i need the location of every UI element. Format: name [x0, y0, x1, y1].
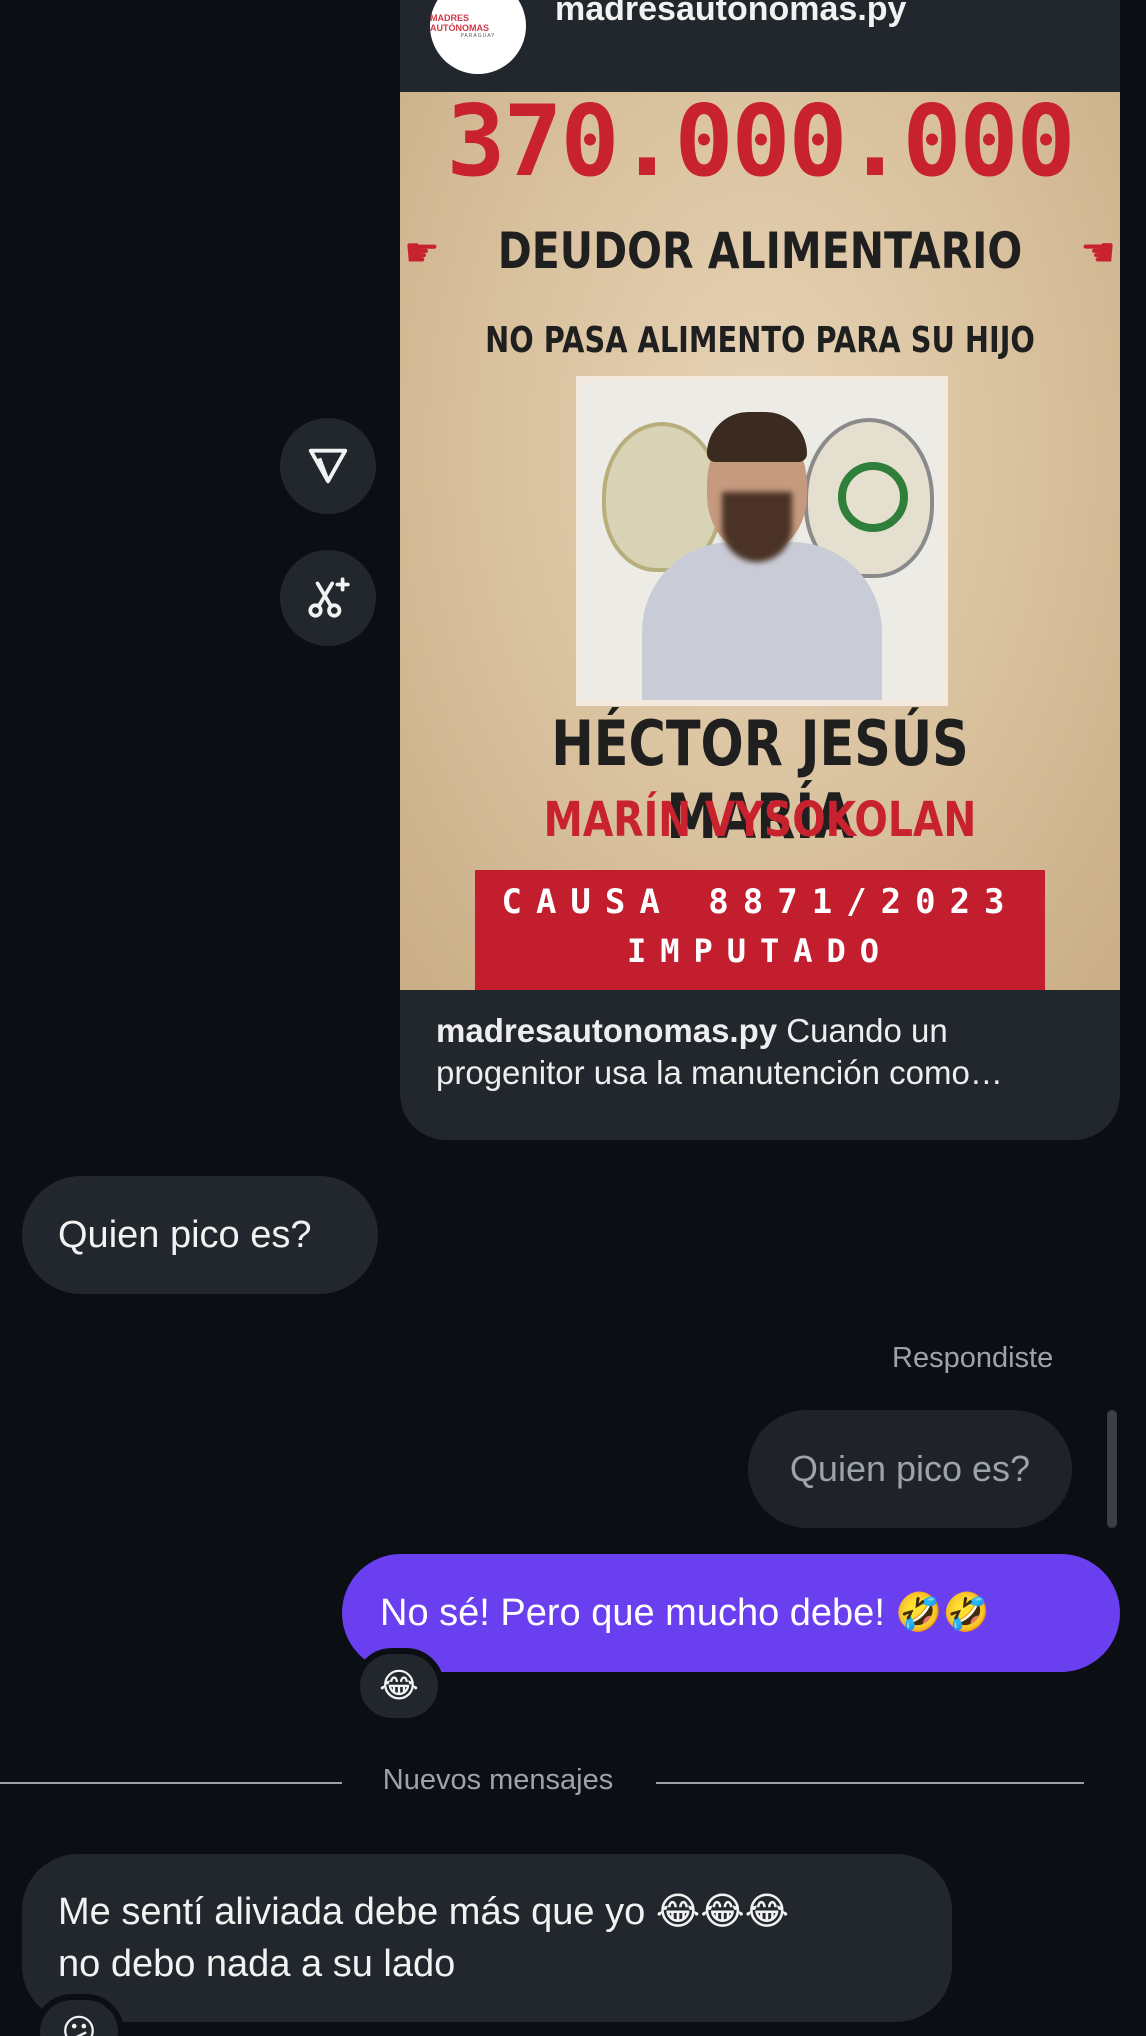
message-text: No sé! Pero que mucho debe! 🤣🤣 — [380, 1592, 991, 1634]
person-body — [642, 542, 882, 700]
scrollbar-thumb[interactable] — [1107, 1410, 1117, 1528]
poster-subtitle: NO PASA ALIMENTO PARA SU HIJO — [485, 320, 1035, 361]
scissors-sparkle-icon — [308, 577, 350, 618]
divider-right — [656, 1782, 1084, 1784]
outgoing-message[interactable]: No sé! Pero que mucho debe! 🤣🤣 — [342, 1554, 1120, 1672]
poster-photo — [582, 382, 942, 700]
laugh-cry-emoji: 😂 — [379, 1667, 419, 1705]
share-button[interactable] — [280, 418, 376, 514]
message-reaction[interactable]: 😂 — [354, 1648, 444, 1724]
person-hair — [707, 412, 807, 462]
confused-emoji: 😕 — [61, 2013, 97, 2036]
incoming-message[interactable]: Quien pico es? — [22, 1176, 378, 1294]
poster-surname: MARÍN VYSOKOLAN — [543, 792, 977, 848]
message-text-line1: Me sentí aliviada debe más que yo 😂😂😂 — [58, 1891, 789, 1933]
poster-amount: 370.000.000 — [446, 92, 1075, 199]
caption-account: madresautonomas.py — [436, 1012, 778, 1049]
replied-quote-text: Quien pico es? — [789, 1448, 1031, 1489]
case-status: IMPUTADO — [626, 932, 894, 970]
post-caption[interactable]: madresautonomas.py Cuando un progenitor … — [436, 1010, 1096, 1094]
account-avatar[interactable]: MADRES AUTÓNOMAS PARAGUAY — [430, 0, 526, 74]
person-beard — [722, 492, 792, 562]
post-account-name[interactable]: madresautonomas.py — [555, 0, 906, 29]
poster-title: DEUDOR ALIMENTARIO — [497, 222, 1023, 280]
remix-button[interactable] — [280, 550, 376, 646]
replied-label: Respondiste — [892, 1342, 1054, 1374]
pointing-hand-left-icon: ☚ — [1080, 231, 1116, 275]
post-image[interactable]: 370.000.000 ☛ DEUDOR ALIMENTARIO ☚ NO PA… — [400, 92, 1120, 990]
shared-post-card[interactable]: MADRES AUTÓNOMAS PARAGUAY madresautonoma… — [400, 0, 1120, 1140]
pointing-hand-right-icon: ☛ — [404, 231, 440, 275]
avatar-logo-text: MADRES AUTÓNOMAS — [430, 13, 489, 33]
replied-quote[interactable]: Quien pico es? — [748, 1410, 1072, 1528]
post-header: MADRES AUTÓNOMAS PARAGUAY madresautonoma… — [400, 0, 1120, 92]
incoming-message[interactable]: Me sentí aliviada debe más que yo 😂😂😂 no… — [22, 1854, 952, 2022]
avatar-logo-sub: PARAGUAY — [460, 33, 496, 39]
message-text-line2: no debo nada a su lado — [58, 1943, 456, 1985]
case-box: CAUSA 8871/2023 IMPUTADO — [475, 870, 1045, 990]
case-number: CAUSA 8871/2023 — [501, 882, 1019, 922]
message-text: Quien pico es? — [58, 1213, 312, 1256]
new-messages-label: Nuevos mensajes — [382, 1764, 614, 1796]
divider-left — [0, 1782, 342, 1784]
send-icon — [308, 448, 348, 484]
